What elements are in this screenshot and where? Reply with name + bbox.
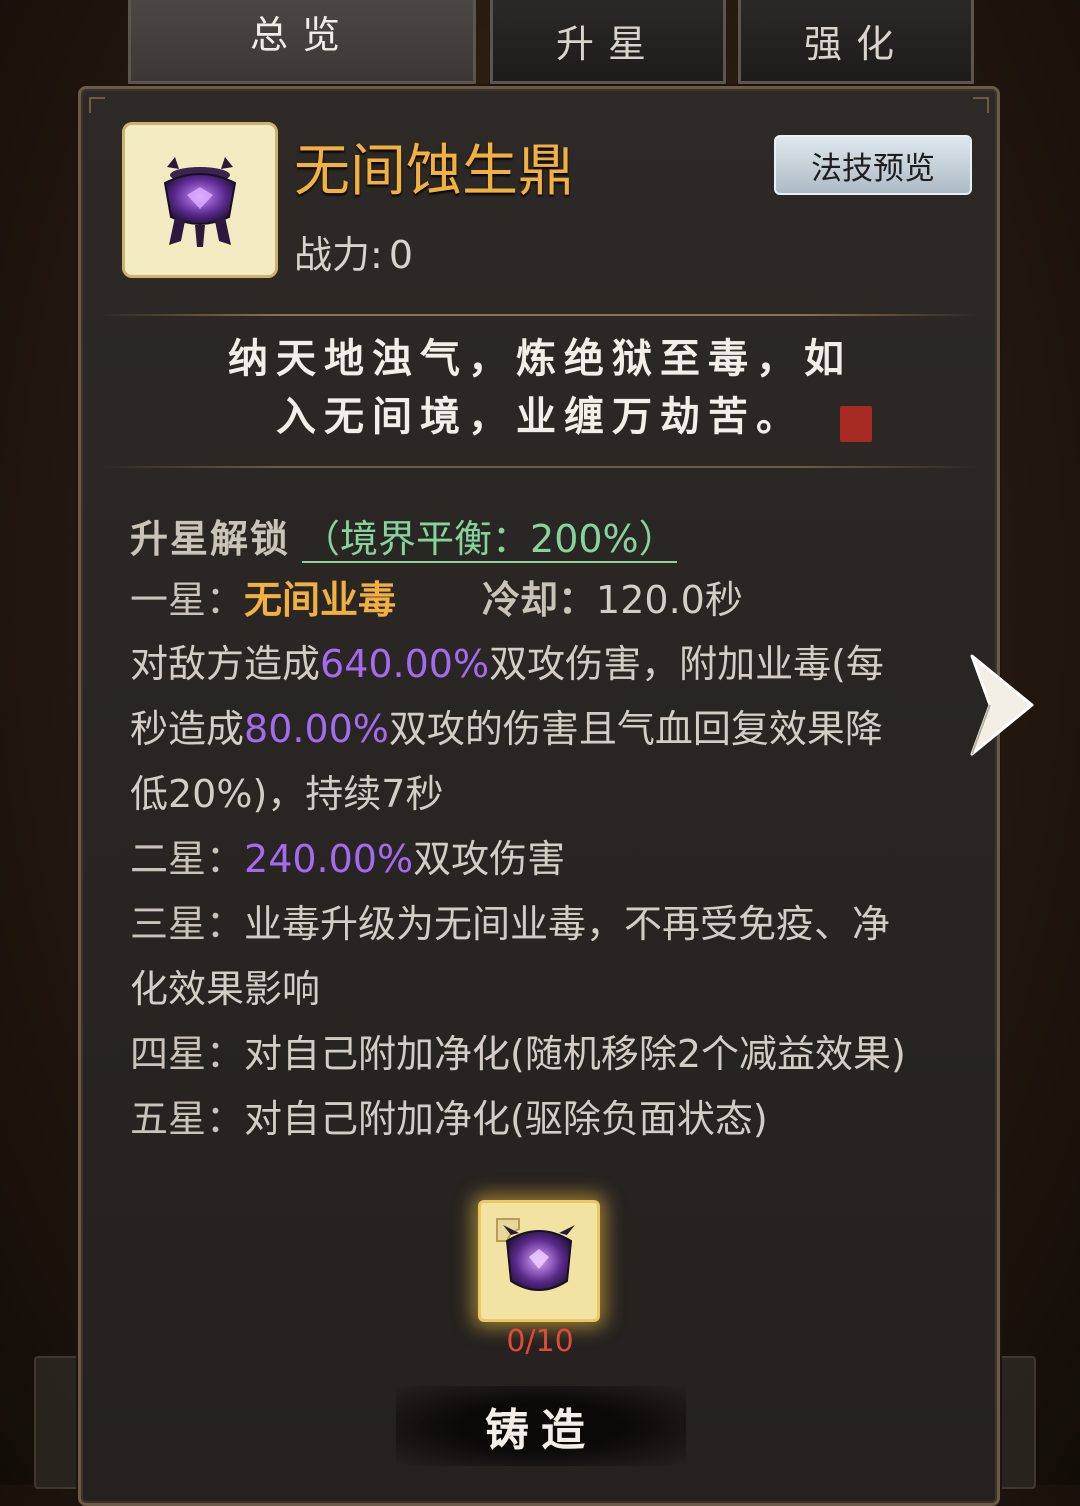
- star4-line: 四星：对自己附加净化(随机移除2个减益效果): [130, 1032, 906, 1076]
- cauldron-fragment-icon: [496, 1218, 575, 1291]
- corner-ornament: [89, 97, 105, 113]
- purple-cauldron-icon: [163, 157, 237, 247]
- item-icon[interactable]: [122, 122, 278, 278]
- star1-skill-name: 无间业毒: [244, 578, 397, 622]
- star2-line: 二星：240.00%双攻伤害: [130, 837, 566, 881]
- star1-desc-line2: 秒造成80.00%双攻的伤害且气血回复效果降: [130, 707, 883, 751]
- skill-preview-button[interactable]: 法技预览: [774, 135, 972, 195]
- cooldown-label: 冷却：: [482, 578, 597, 622]
- star1-desc-line3: 低20%)，持续7秒: [130, 772, 444, 816]
- power-value: 0: [388, 233, 413, 277]
- divider: [98, 314, 980, 316]
- fragment-item[interactable]: [478, 1200, 600, 1322]
- star3-line2: 化效果影响: [130, 967, 321, 1011]
- star-unlock-title: 升星解锁: [130, 517, 291, 561]
- star1-header: 一星：无间业毒 冷却：120.0秒: [130, 578, 743, 622]
- tab-bar: 总览 升星 强化: [120, 0, 974, 86]
- poem-line-1: 纳天地浊气，炼绝狱至毒，如: [228, 335, 852, 382]
- item-name: 无间蚀生鼎: [294, 139, 574, 204]
- tab-overview[interactable]: 总览: [128, 0, 476, 84]
- next-arrow-icon[interactable]: [968, 650, 1038, 760]
- item-poem: 纳天地浊气，炼绝狱至毒，如 入无间境，业缠万劫苦。: [120, 330, 960, 446]
- star5-line: 五星：对自己附加净化(驱除负面状态): [130, 1097, 768, 1141]
- corner-ornament: [973, 97, 989, 113]
- power-stat: 战力: 0: [294, 224, 413, 279]
- star1-desc-line1: 对敌方造成640.00%双攻伤害，附加业毒(每: [130, 642, 884, 686]
- cooldown-value: 120.0秒: [596, 578, 743, 622]
- tab-enhance[interactable]: 强化: [738, 0, 974, 84]
- forge-button[interactable]: 铸造: [396, 1386, 686, 1466]
- power-label: 战力:: [294, 233, 383, 277]
- fragment-count: 0/10: [506, 1324, 574, 1359]
- red-seal-stamp: [840, 406, 872, 442]
- star3-line1: 三星：业毒升级为无间业毒，不再受免疫、净: [130, 902, 891, 946]
- realm-balance-link[interactable]: （境界平衡：200%）: [302, 517, 677, 563]
- tab-star-up[interactable]: 升星: [490, 0, 726, 84]
- divider: [98, 466, 980, 468]
- poem-line-2: 入无间境，业缠万劫苦。: [276, 393, 804, 440]
- star-unlock-header: 升星解锁 （境界平衡：200%）: [130, 508, 677, 563]
